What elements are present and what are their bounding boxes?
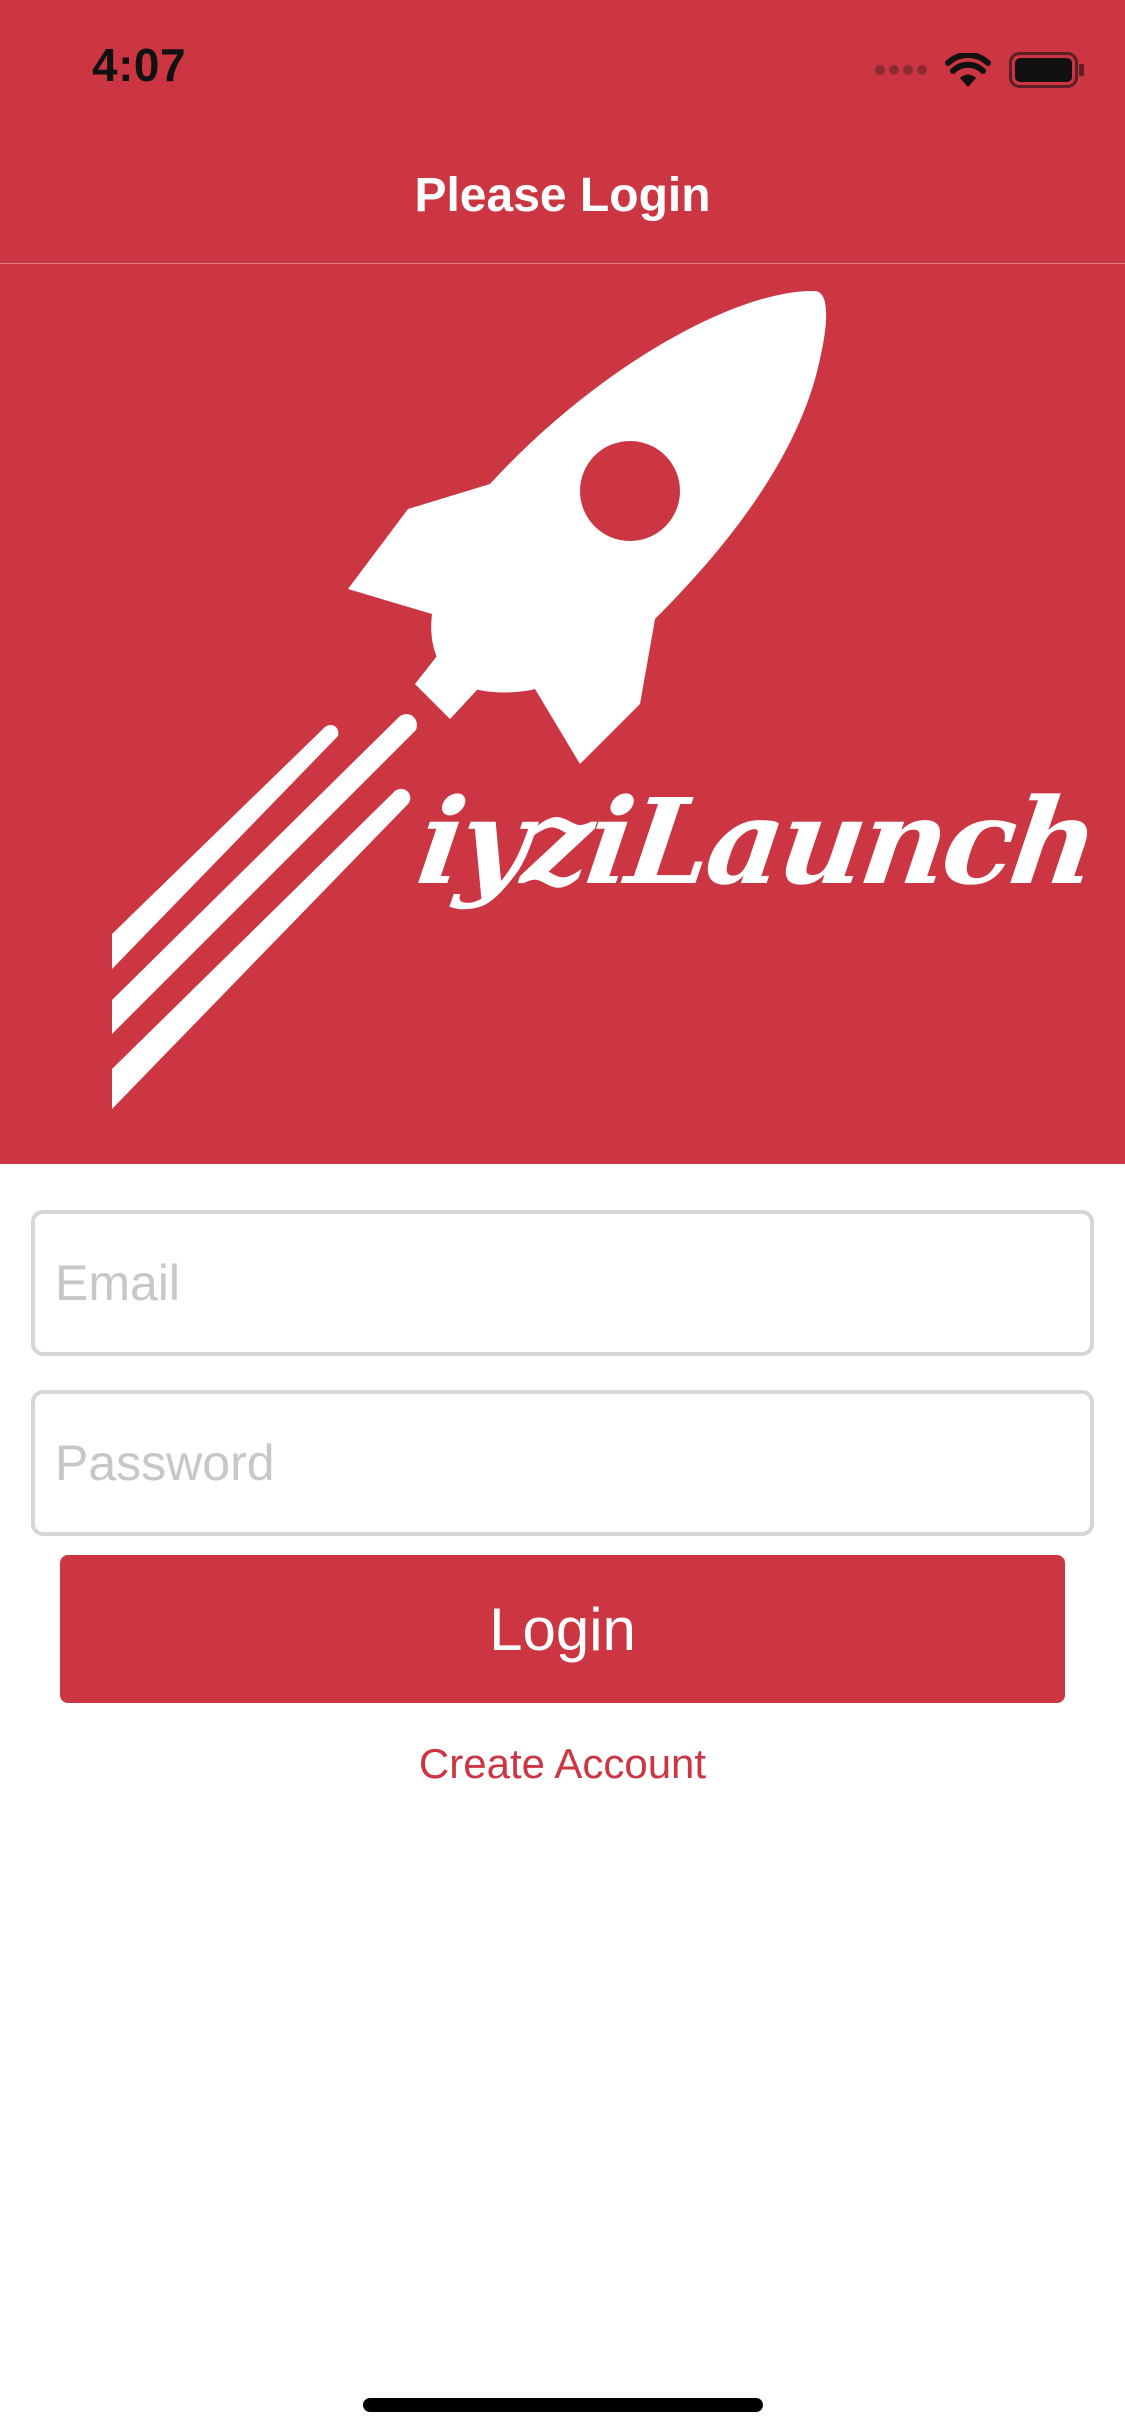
wifi-icon <box>945 53 991 87</box>
brand-name: iyziLaunch <box>410 772 1104 911</box>
navigation-header: 4:07 Please Login <box>0 0 1125 264</box>
hero-banner: iyziLaunch <box>0 264 1125 1164</box>
status-bar: 4:07 <box>0 0 1125 135</box>
rocket-logo-icon <box>112 290 827 1109</box>
login-screen: 4:07 Please Login iyziLaunch Email Login… <box>0 0 1125 2436</box>
login-button[interactable]: Login <box>60 1555 1065 1703</box>
create-account-link[interactable]: Create Account <box>0 1740 1125 1788</box>
status-time: 4:07 <box>92 39 187 91</box>
password-field[interactable] <box>31 1390 1094 1536</box>
page-title: Please Login <box>414 169 711 222</box>
cellular-signal-icon <box>875 65 927 75</box>
email-field[interactable] <box>31 1210 1094 1356</box>
status-icons <box>875 50 1085 90</box>
battery-icon <box>1009 52 1084 88</box>
home-indicator[interactable] <box>363 2398 763 2412</box>
